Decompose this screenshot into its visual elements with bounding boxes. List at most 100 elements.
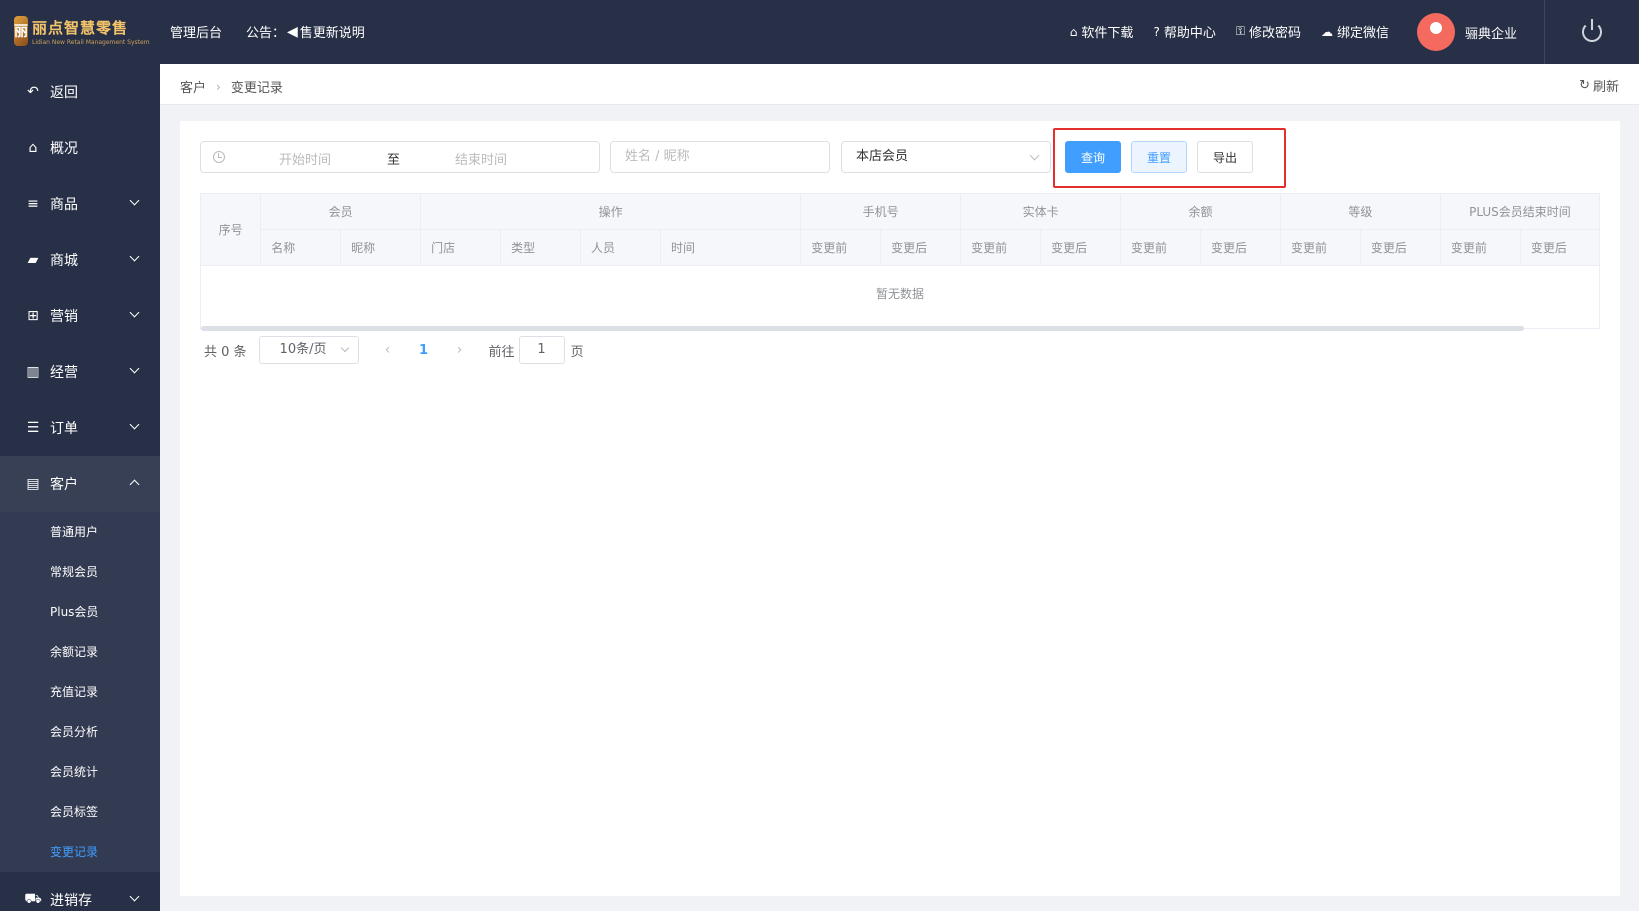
speaker-icon: ◀ [287, 23, 298, 40]
sidebar-item-marketing[interactable]: ⊞ 营销 [0, 288, 160, 344]
col-group-phone: 手机号 [800, 193, 962, 230]
sidebar-item-orders[interactable]: ☰ 订单 [0, 400, 160, 456]
sidebar-subitem-regular-members[interactable]: 常规会员 [0, 552, 160, 592]
sidebar-item-mall[interactable]: ▰ 商城 [0, 232, 160, 288]
notice[interactable]: 公告： ◀ 售更新说明 [246, 22, 365, 42]
software-download-link[interactable]: ⌂ 软件下载 [1069, 22, 1134, 42]
col-group-plus-end: PLUS会员结束时间 [1439, 193, 1601, 230]
truck-icon: ⛟ [24, 891, 42, 907]
sidebar-subitem-change-records[interactable]: 变更记录 [0, 832, 160, 872]
top-bar: 丽 丽点智慧零售 Lidian New Retail Management Sy… [0, 0, 1639, 64]
col-group-operation: 操作 [420, 193, 802, 230]
date-range-picker[interactable]: 开始时间 至 结束时间 [200, 141, 600, 173]
sidebar-subitem-member-analysis[interactable]: 会员分析 [0, 712, 160, 752]
member-type-value: 本店会员 [856, 149, 909, 164]
reset-button[interactable]: 重置 [1131, 141, 1187, 173]
sidebar-item-overview[interactable]: ⌂ 概况 [0, 120, 160, 176]
clock-icon [213, 151, 225, 163]
col-index: 序号 [199, 193, 262, 266]
logo-mark-icon: 丽 [14, 16, 28, 46]
export-button[interactable]: 导出 [1197, 141, 1253, 173]
chevron-down-icon [129, 891, 140, 902]
col-op-time: 时间 [659, 229, 802, 266]
col-phone-after: 变更后 [880, 229, 962, 266]
member-type-select[interactable]: 本店会员 [841, 141, 1051, 173]
chevron-down-icon [129, 363, 140, 374]
chevron-down-icon [1029, 150, 1040, 161]
logo[interactable]: 丽 丽点智慧零售 Lidian New Retail Management Sy… [14, 14, 150, 48]
col-op-type: 类型 [500, 229, 582, 266]
gift-icon: ⊞ [27, 308, 39, 324]
goto-label: 前往 [488, 344, 515, 360]
col-group-member: 会员 [260, 193, 422, 230]
chevron-down-icon [129, 307, 140, 318]
customers-submenu: 普通用户 常规会员 Plus会员 余额记录 充值记录 会员分析 会员统计 会员标… [0, 512, 160, 872]
name-search-input[interactable]: 姓名 / 昵称 [610, 141, 830, 173]
sidebar-subitem-balance-records[interactable]: 余额记录 [0, 632, 160, 672]
sidebar-item-inventory[interactable]: ⛟ 进销存 [0, 872, 160, 911]
back-icon: ↶ [27, 84, 39, 100]
change-records-table: 序号 会员 操作 手机号 实体卡 余额 等级 PLUS会员结束时间 名称 昵称 … [199, 193, 1601, 266]
card-icon: ▤ [26, 476, 40, 492]
refresh-button[interactable]: ↻ 刷新 [1579, 76, 1619, 95]
col-member-name: 名称 [260, 229, 342, 266]
notice-label: 公告： [246, 26, 286, 41]
sidebar-subitem-member-tags[interactable]: 会员标签 [0, 792, 160, 832]
bind-wechat-link[interactable]: ☁ 绑定微信 [1320, 22, 1389, 42]
breadcrumb: 客户 › 变更记录 [180, 77, 283, 97]
store-icon: ⌂ [1069, 24, 1078, 39]
page-size-select[interactable]: 10条/页 [258, 336, 359, 364]
col-op-store: 门店 [420, 229, 502, 266]
user-name: 骊典企业 [1465, 26, 1518, 42]
order-icon: ☰ [26, 420, 40, 436]
breadcrumb-parent[interactable]: 客户 [180, 77, 206, 96]
chart-icon: ▥ [26, 364, 40, 380]
col-plus-before: 变更前 [1439, 229, 1521, 266]
user-menu[interactable]: 骊典企业 [1417, 13, 1517, 51]
chevron-down-icon [129, 419, 140, 430]
sidebar-subitem-recharge-records[interactable]: 充值记录 [0, 672, 160, 712]
query-button[interactable]: 查询 [1065, 141, 1121, 173]
start-date-input[interactable]: 开始时间 [279, 149, 331, 168]
col-op-staff: 人员 [580, 229, 661, 266]
horizontal-scrollbar[interactable] [201, 326, 1524, 331]
chevron-down-icon [340, 343, 349, 353]
key-icon: ⚿ [1235, 24, 1245, 38]
list-icon: ≡ [27, 196, 39, 212]
col-phone-before: 变更前 [800, 229, 882, 266]
main-panel: 开始时间 至 结束时间 姓名 / 昵称 本店会员 序号 会员 操作 手机号 实体… [180, 121, 1620, 896]
sidebar-item-back[interactable]: ↶ 返回 [0, 64, 160, 120]
avatar[interactable] [1417, 13, 1455, 51]
change-password-link[interactable]: ⚿ 修改密码 [1236, 22, 1301, 41]
sidebar-subitem-plus-members[interactable]: Plus会员 [0, 592, 160, 632]
empty-state: 暂无数据 [200, 265, 1600, 329]
user-icon [1430, 22, 1442, 34]
chevron-right-icon: › [216, 79, 221, 94]
help-icon: ? [1153, 24, 1160, 39]
sidebar-item-operation[interactable]: ▥ 经营 [0, 344, 160, 400]
col-level-after: 变更后 [1359, 229, 1441, 266]
total-count: 共 0 条 [204, 344, 247, 360]
notice-text[interactable]: 售更新说明 [300, 22, 365, 41]
sidebar-subitem-member-stats[interactable]: 会员统计 [0, 752, 160, 792]
goto-page-input[interactable]: 1 [518, 336, 565, 364]
col-member-nickname: 昵称 [340, 229, 422, 266]
refresh-icon: ↻ [1579, 78, 1590, 93]
next-page-button[interactable]: › [445, 342, 475, 358]
logout-button[interactable] [1544, 0, 1639, 64]
app-title: 管理后台 [170, 26, 223, 41]
wechat-icon: ☁ [1320, 24, 1333, 39]
page-number[interactable]: 1 [409, 343, 439, 358]
chevron-down-icon [129, 195, 140, 206]
help-center-link[interactable]: ? 帮助中心 [1153, 22, 1215, 42]
end-date-input[interactable]: 结束时间 [455, 149, 507, 168]
logo-text: 丽点智慧零售 [32, 18, 129, 37]
sidebar-item-goods[interactable]: ≡ 商品 [0, 176, 160, 232]
chevron-up-icon [129, 479, 140, 490]
col-card-after: 变更后 [1040, 229, 1122, 266]
bag-icon: ▰ [27, 252, 39, 268]
col-group-balance: 余额 [1120, 193, 1281, 230]
sidebar-subitem-normal-users[interactable]: 普通用户 [0, 512, 160, 552]
sidebar-item-customers[interactable]: ▤ 客户 [0, 456, 160, 512]
prev-page-button[interactable]: ‹ [373, 342, 403, 358]
